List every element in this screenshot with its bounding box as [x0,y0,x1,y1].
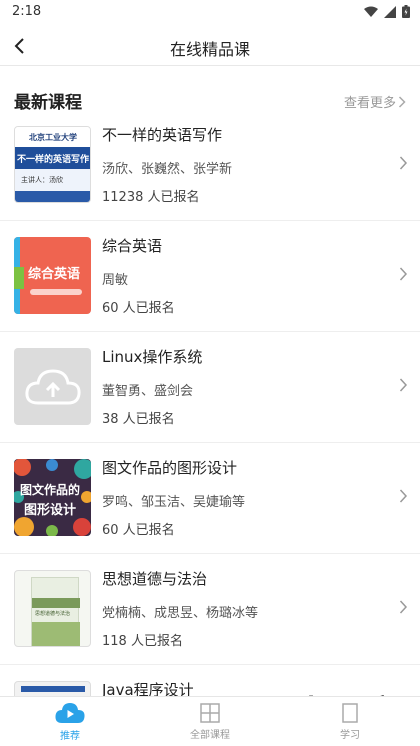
course-title: 思想道德与法治 [102,570,208,588]
cloud-play-icon [55,702,85,723]
course-title: Linux操作系统 [102,348,203,366]
status-icons [364,5,410,18]
course-enrollment: 118 人已报名 [102,634,183,649]
thumb-title-text: 综合英语 [28,267,81,282]
see-more-link[interactable]: 查看更多 [344,92,406,111]
course-item[interactable]: 综合英语 综合英语 周敏 60 人已报名 [0,221,420,332]
chevron-right-icon [399,156,408,170]
course-teachers: 周敏 [102,273,129,288]
course-teachers: 汤欣、张巍然、张学新 [102,162,233,177]
cloud-upload-icon [24,368,81,404]
page-title: 在线精品课 [169,40,250,59]
course-enrollment: 11238 人已报名 [102,190,200,205]
thumb-title-text: 不一样的英语写作 [17,155,90,165]
battery-icon [402,5,410,18]
course-title: Java程序设计 [102,681,194,696]
nav-tab-recommend[interactable]: 推荐 [0,697,140,746]
bottom-nav: 推荐 全部课程 学习 [0,696,420,746]
chevron-right-icon [399,378,408,392]
nav-label: 全部课程 [190,729,230,741]
course-item[interactable]: Linux操作系统 董智勇、盛剑会 38 人已报名 [0,332,420,443]
grid-icon [200,702,220,723]
signal-icon [384,5,396,18]
course-thumbnail: 北京工业大学 不一样的英语写作 主讲人：汤欣 [14,126,91,203]
course-item[interactable]: 图文作品的 图形设计 图文作品的图形设计 罗鸣、邹玉洁、吴婕瑜等 60 人已报名 [0,443,420,554]
course-item[interactable]: 北京工业大学 不一样的英语写作 主讲人：汤欣 不一样的英语写作 汤欣、张巍然、张… [0,110,420,221]
status-time: 2:18 [12,4,42,19]
course-title: 图文作品的图形设计 [102,459,238,477]
course-title: 综合英语 [102,237,163,255]
nav-label: 推荐 [60,730,80,742]
course-thumbnail [14,681,91,696]
thumb-title-text: 思想道德与法治 [35,611,71,617]
nav-tab-all-courses[interactable]: 全部课程 [140,697,280,746]
thumb-title-text: 图文作品的 [20,483,81,497]
course-thumbnail: 图文作品的 图形设计 [14,459,91,536]
wifi-icon [364,6,378,17]
course-list: 北京工业大学 不一样的英语写作 主讲人：汤欣 不一样的英语写作 汤欣、张巍然、张… [0,110,420,696]
course-teachers: 罗鸣、邹玉洁、吴婕瑜等 [102,495,246,510]
course-enrollment: 38 人已报名 [102,412,175,427]
nav-label: 学习 [340,729,360,741]
chevron-right-icon [399,489,408,503]
see-more-label: 查看更多 [343,96,396,111]
course-title: 不一样的英语写作 [102,126,223,144]
chevron-right-icon [398,95,406,108]
course-enrollment: 60 人已报名 [102,301,175,316]
thumb-host-text: 主讲人：汤欣 [21,176,63,184]
course-teachers: 董智勇、盛剑会 [102,384,194,399]
course-item[interactable]: 思想道德与法治 思想道德与法治 党楠楠、成思昱、杨璐冰等 118 人已报名 [0,554,420,665]
course-thumbnail [14,348,91,425]
course-thumbnail: 思想道德与法治 [14,570,91,647]
app-bar: 在线精品课 [0,26,420,66]
nav-tab-study[interactable]: 学习 [280,697,420,746]
course-thumbnail: 综合英语 [14,237,91,314]
course-teachers: 党楠楠、成思昱、杨璐冰等 [102,606,259,621]
book-icon [342,702,358,723]
status-bar: 2:18 [0,0,420,26]
thumb-title-text-2: 图形设计 [24,503,77,518]
thumb-school-text: 北京工业大学 [29,133,77,142]
chevron-right-icon [399,267,408,281]
course-enrollment: 60 人已报名 [102,523,175,538]
chevron-right-icon [399,600,408,614]
